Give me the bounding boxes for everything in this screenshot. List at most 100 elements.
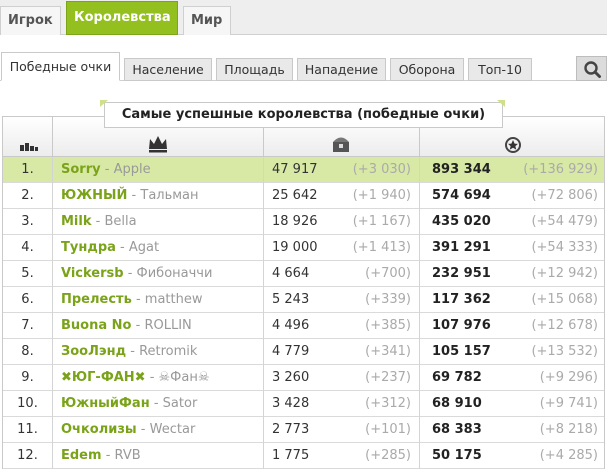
table-row[interactable]: 11. Очколизы - Wectar 2 773 (+101) 68 383 (+8… <box>3 417 604 443</box>
kingdom-owner-link[interactable]: Тальман <box>140 188 198 203</box>
tab-world[interactable]: Мир <box>183 6 231 35</box>
kingdom-cell: ЗооЛэнд - Retromik <box>53 339 264 365</box>
kingdom-name-link[interactable]: ✖ЮГ-ФАН✖ <box>61 370 146 385</box>
treasury-value: 4 496 <box>272 318 310 333</box>
rank-text: 3. <box>21 214 34 229</box>
kingdom-owner-link[interactable]: Retromik <box>139 344 197 359</box>
kingdom-name-link[interactable]: ЮжныйФан <box>61 396 150 411</box>
rank-cell: 10. <box>3 391 53 417</box>
victory-points-value: 68 910 <box>432 396 482 411</box>
tab-population[interactable]: Население <box>124 58 212 81</box>
top-tab-bar: Игрок Королевства Мир <box>0 0 607 35</box>
kingdom-owner-link[interactable]: matthew <box>145 292 203 307</box>
kingdom-name-link[interactable]: ЗооЛэнд <box>61 344 126 359</box>
treasury-delta: (+1 413) <box>352 240 411 255</box>
treasury-value: 3 260 <box>272 370 310 385</box>
kingdom-owner-link[interactable]: Sator <box>163 396 198 411</box>
rank-text: 5. <box>21 266 34 281</box>
kingdom-cell: Sorry - Apple <box>53 157 264 183</box>
victory-points-value: 232 951 <box>432 266 491 281</box>
name-separator: - <box>131 292 145 307</box>
table-row[interactable]: 6. Прелесть - matthew 5 243 (+339) 117 362 (+… <box>3 287 604 313</box>
name-separator: - <box>127 188 141 203</box>
victory-points-delta: (+12 678) <box>531 318 598 333</box>
tab-player[interactable]: Игрок <box>0 6 61 35</box>
kingdom-name-link[interactable]: Milk <box>61 214 92 229</box>
name-separator: - <box>91 214 105 229</box>
rank-text: 4. <box>21 240 34 255</box>
victory-points-delta: (+13 532) <box>531 344 598 359</box>
kingdom-name-link[interactable]: Прелесть <box>61 292 132 307</box>
kingdom-name-link[interactable]: Тундра <box>61 240 116 255</box>
treasury-cell: 1 775 (+285) <box>264 443 420 469</box>
table-row[interactable]: 10. ЮжныйФан - Sator 3 428 (+312) 68 910 (+9 … <box>3 391 604 417</box>
rank-text: 11. <box>17 422 38 437</box>
treasury-cell: 47 917 (+3 030) <box>264 157 420 183</box>
tab-victory-points[interactable]: Победные очки <box>1 52 120 81</box>
kingdom-name-link[interactable]: Edem <box>61 448 102 463</box>
victory-points-value: 69 782 <box>432 370 482 385</box>
kingdom-owner-link[interactable]: Wectar <box>150 422 196 437</box>
table-row[interactable]: 4. Тундра - Agat 19 000 (+1 413) 391 291 (+54… <box>3 235 604 261</box>
kingdom-owner-link[interactable]: Agat <box>129 240 159 255</box>
kingdom-owner-link[interactable]: ROLLIN <box>144 318 191 333</box>
table-row[interactable]: 8. ЗооЛэнд - Retromik 4 779 (+341) 105 157 (+… <box>3 339 604 365</box>
header-rank[interactable] <box>3 117 53 157</box>
tab-kingdoms[interactable]: Королевства <box>66 1 178 35</box>
name-separator: - <box>149 396 163 411</box>
banner-ribbon-right <box>497 100 505 107</box>
treasury-delta: (+700) <box>365 266 411 281</box>
name-separator: - <box>123 266 137 281</box>
table-row[interactable]: 9. ✖ЮГ-ФАН✖ - ☠Фан☠ 3 260 (+237) 69 782 (+9 2… <box>3 365 604 391</box>
tab-top10[interactable]: Топ-10 <box>468 58 532 81</box>
kingdom-cell: ЮжныйФан - Sator <box>53 391 264 417</box>
table-row[interactable]: 12. Edem - RVB 1 775 (+285) 50 175 (+4 285) <box>3 443 604 469</box>
treasury-cell: 3 260 (+237) <box>264 365 420 391</box>
table-row[interactable]: 7. Buona No - ROLLIN 4 496 (+385) 107 976 (+1… <box>3 313 604 339</box>
treasury-delta: (+237) <box>365 370 411 385</box>
kingdom-name-link[interactable]: Buona No <box>61 318 131 333</box>
kingdom-cell: ✖ЮГ-ФАН✖ - ☠Фан☠ <box>53 365 264 391</box>
victory-points-delta: (+12 942) <box>531 266 598 281</box>
name-separator: - <box>115 240 129 255</box>
kingdom-owner-link[interactable]: Фибоначчи <box>137 266 213 281</box>
rank-cell: 2. <box>3 183 53 209</box>
kingdom-owner-link[interactable]: Bella <box>104 214 136 229</box>
treasury-cell: 18 926 (+1 167) <box>264 209 420 235</box>
treasury-delta: (+312) <box>365 396 411 411</box>
name-separator: - <box>100 162 114 177</box>
table-row[interactable]: 3. Milk - Bella 18 926 (+1 167) 435 020 (+54 … <box>3 209 604 235</box>
victory-points-value: 391 291 <box>432 240 491 255</box>
tab-attack[interactable]: Нападение <box>297 58 386 81</box>
kingdom-name-link[interactable]: Очколизы <box>61 422 137 437</box>
kingdom-name-link[interactable]: ЮЖНЫЙ <box>61 188 127 203</box>
rank-text: 10. <box>17 396 38 411</box>
points-cell: 117 362 (+15 068) <box>420 287 606 313</box>
search-button[interactable] <box>576 56 607 81</box>
rank-text: 12. <box>17 448 38 463</box>
table-row[interactable]: 2. ЮЖНЫЙ - Тальман 25 642 (+1 940) 574 694 (+… <box>3 183 604 209</box>
rank-icon <box>20 143 38 151</box>
victory-points-delta: (+15 068) <box>531 292 598 307</box>
points-cell: 68 910 (+9 741) <box>420 391 606 417</box>
kingdom-owner-link[interactable]: ☠Фан☠ <box>159 370 210 385</box>
table-row[interactable]: 1. Sorry - Apple 47 917 (+3 030) 893 344 (+13… <box>3 157 604 183</box>
kingdom-cell: ЮЖНЫЙ - Тальман <box>53 183 264 209</box>
treasury-cell: 3 428 (+312) <box>264 391 420 417</box>
treasury-delta: (+385) <box>365 318 411 333</box>
kingdom-name-link[interactable]: Sorry <box>61 162 101 177</box>
treasury-value: 25 642 <box>272 188 318 203</box>
rank-cell: 7. <box>3 313 53 339</box>
kingdom-owner-link[interactable]: Apple <box>114 162 151 177</box>
treasury-value: 2 773 <box>272 422 310 437</box>
table-row[interactable]: 5. Vickersb - Фибоначчи 4 664 (+700) 232 951… <box>3 261 604 287</box>
rank-text: 8. <box>21 344 34 359</box>
victory-points-delta: (+8 218) <box>539 422 598 437</box>
tab-area[interactable]: Площадь <box>216 58 293 81</box>
tab-defense[interactable]: Оборона <box>390 58 464 81</box>
kingdom-cell: Buona No - ROLLIN <box>53 313 264 339</box>
kingdom-owner-link[interactable]: RVB <box>115 448 141 463</box>
victory-points-value: 107 976 <box>432 318 491 333</box>
rank-cell: 9. <box>3 365 53 391</box>
kingdom-name-link[interactable]: Vickersb <box>61 266 124 281</box>
